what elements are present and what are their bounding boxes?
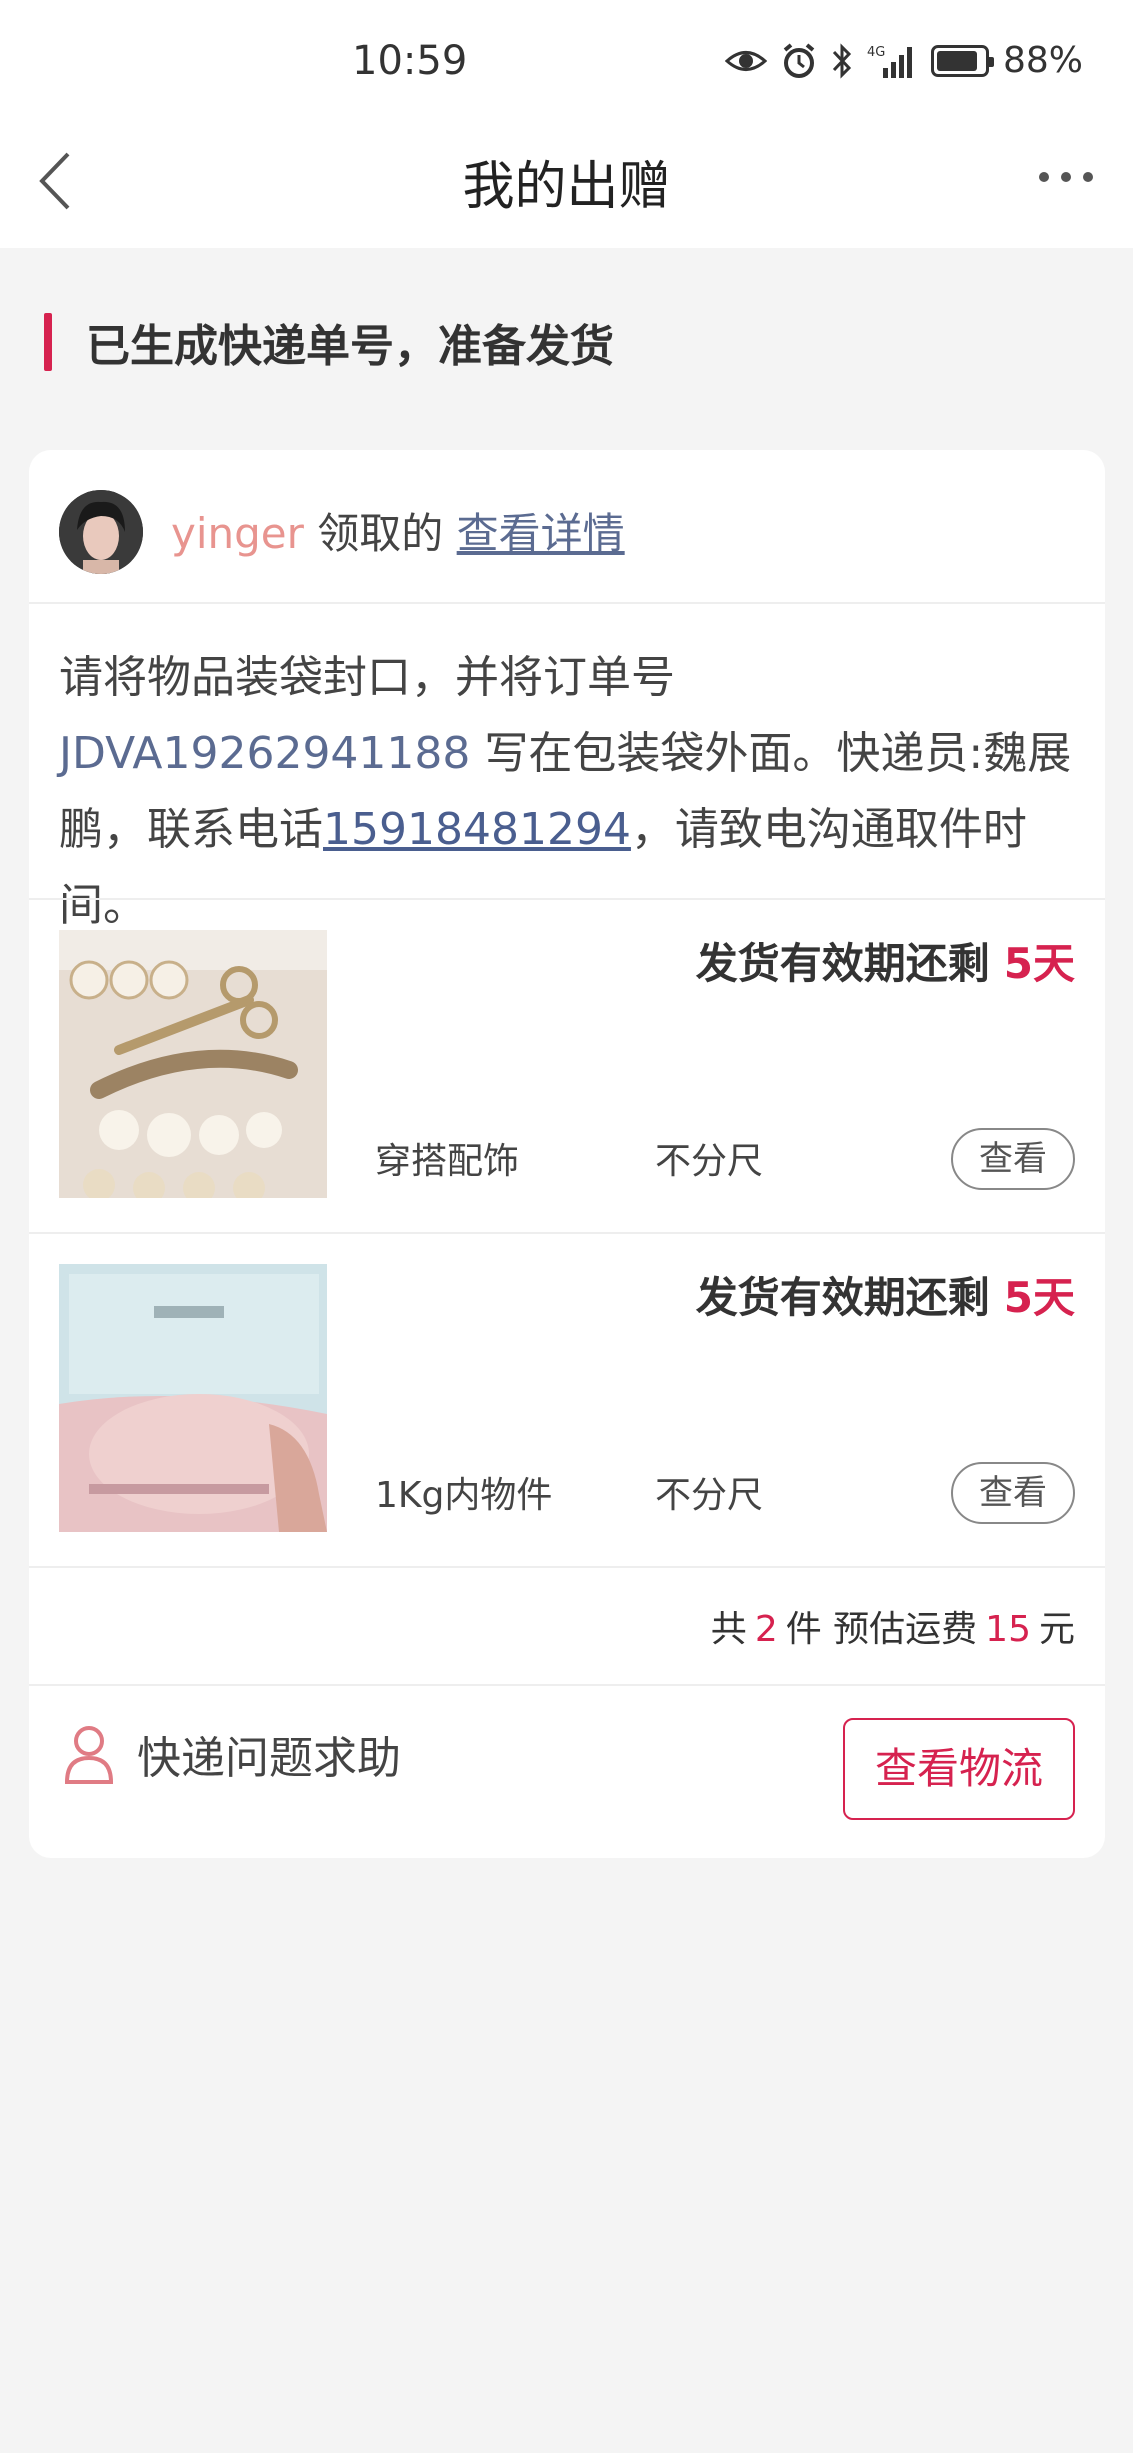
signal-4g-icon: 4G xyxy=(867,45,912,78)
more-dot xyxy=(1039,172,1049,182)
more-icon[interactable] xyxy=(1039,172,1093,182)
bluetooth-icon xyxy=(832,42,852,79)
delivery-help[interactable]: 快递问题求助 xyxy=(63,1722,401,1786)
order-summary: 共2件 预估运费 15 元 xyxy=(711,1600,1075,1652)
claimer-verb: 领取的 xyxy=(317,509,444,558)
gift-card: yinger 领取的 查看详情 请将物品装袋封口，并将订单号 JDVA19262… xyxy=(29,450,1105,1858)
status-text: 已生成快递单号，准备发货 xyxy=(86,321,614,372)
summary-currency: 元 xyxy=(1038,1609,1075,1650)
divider xyxy=(29,1684,1105,1686)
battery-icon xyxy=(930,44,994,77)
item-category: 1Kg内物件 xyxy=(375,1475,553,1516)
deadline-label: 发货有效期还剩 xyxy=(695,1273,990,1322)
deadline-label: 发货有效期还剩 xyxy=(695,939,990,988)
alarm-icon xyxy=(783,42,815,78)
claimer-name[interactable]: yinger xyxy=(171,509,304,558)
deadline-days: 5天 xyxy=(1003,939,1075,988)
battery-fill xyxy=(936,50,977,71)
view-item-button[interactable]: 查看 xyxy=(951,1128,1075,1190)
shipping-fee: 15 xyxy=(985,1609,1031,1650)
item-row[interactable]: 发货有效期还剩 5天 1Kg内物件 不分尺 查看 xyxy=(29,1234,1105,1568)
claimer-line: yinger 领取的 查看详情 xyxy=(171,500,625,561)
avatar-image xyxy=(59,490,143,574)
item-thumbnail xyxy=(59,930,327,1198)
ship-deadline: 发货有效期还剩 5天 xyxy=(696,930,1075,991)
accent-bar xyxy=(44,313,52,371)
item-thumbnail xyxy=(59,1264,327,1532)
view-item-button[interactable]: 查看 xyxy=(951,1462,1075,1524)
battery-percent: 88% xyxy=(1002,40,1083,81)
item-size: 不分尺 xyxy=(655,1141,764,1182)
courier-phone-link[interactable]: 15918481294 xyxy=(323,804,631,855)
status-heading: 已生成快递单号，准备发货 xyxy=(44,312,614,372)
help-label: 快递问题求助 xyxy=(137,1733,401,1784)
eye-icon xyxy=(724,50,767,71)
svg-text:4G: 4G xyxy=(867,45,885,60)
summary-prefix: 共 xyxy=(710,1609,747,1650)
more-dot xyxy=(1083,172,1093,182)
ship-deadline: 发货有效期还剩 5天 xyxy=(696,1264,1075,1325)
status-bar: 10:59 4G 88% xyxy=(0,0,1133,120)
item-row[interactable]: 发货有效期还剩 5天 穿搭配饰 不分尺 查看 xyxy=(29,900,1105,1234)
order-number: JDVA19262941188 xyxy=(59,728,471,779)
page-title: 我的出赠 xyxy=(462,157,671,217)
more-dot xyxy=(1061,172,1071,182)
item-category: 穿搭配饰 xyxy=(375,1141,520,1182)
avatar[interactable] xyxy=(59,490,143,574)
view-details-link[interactable]: 查看详情 xyxy=(457,509,625,558)
deadline-days: 5天 xyxy=(1003,1273,1075,1322)
person-icon xyxy=(64,1726,114,1784)
status-time: 10:59 xyxy=(352,38,468,84)
package-bag-image xyxy=(59,1264,327,1532)
item-size: 不分尺 xyxy=(655,1475,764,1516)
view-logistics-button[interactable]: 查看物流 xyxy=(843,1718,1075,1820)
status-icons: 4G 88% xyxy=(724,40,1083,81)
nav-bar: 我的出赠 xyxy=(0,120,1133,248)
item-count: 2 xyxy=(754,1609,778,1650)
divider xyxy=(29,1566,1105,1568)
instruction-text: 请将物品装袋封口，并将订单号 xyxy=(59,652,675,703)
hair-clips-image xyxy=(59,930,327,1198)
divider xyxy=(29,602,1105,604)
summary-unit: 件 预估运费 xyxy=(785,1609,978,1650)
